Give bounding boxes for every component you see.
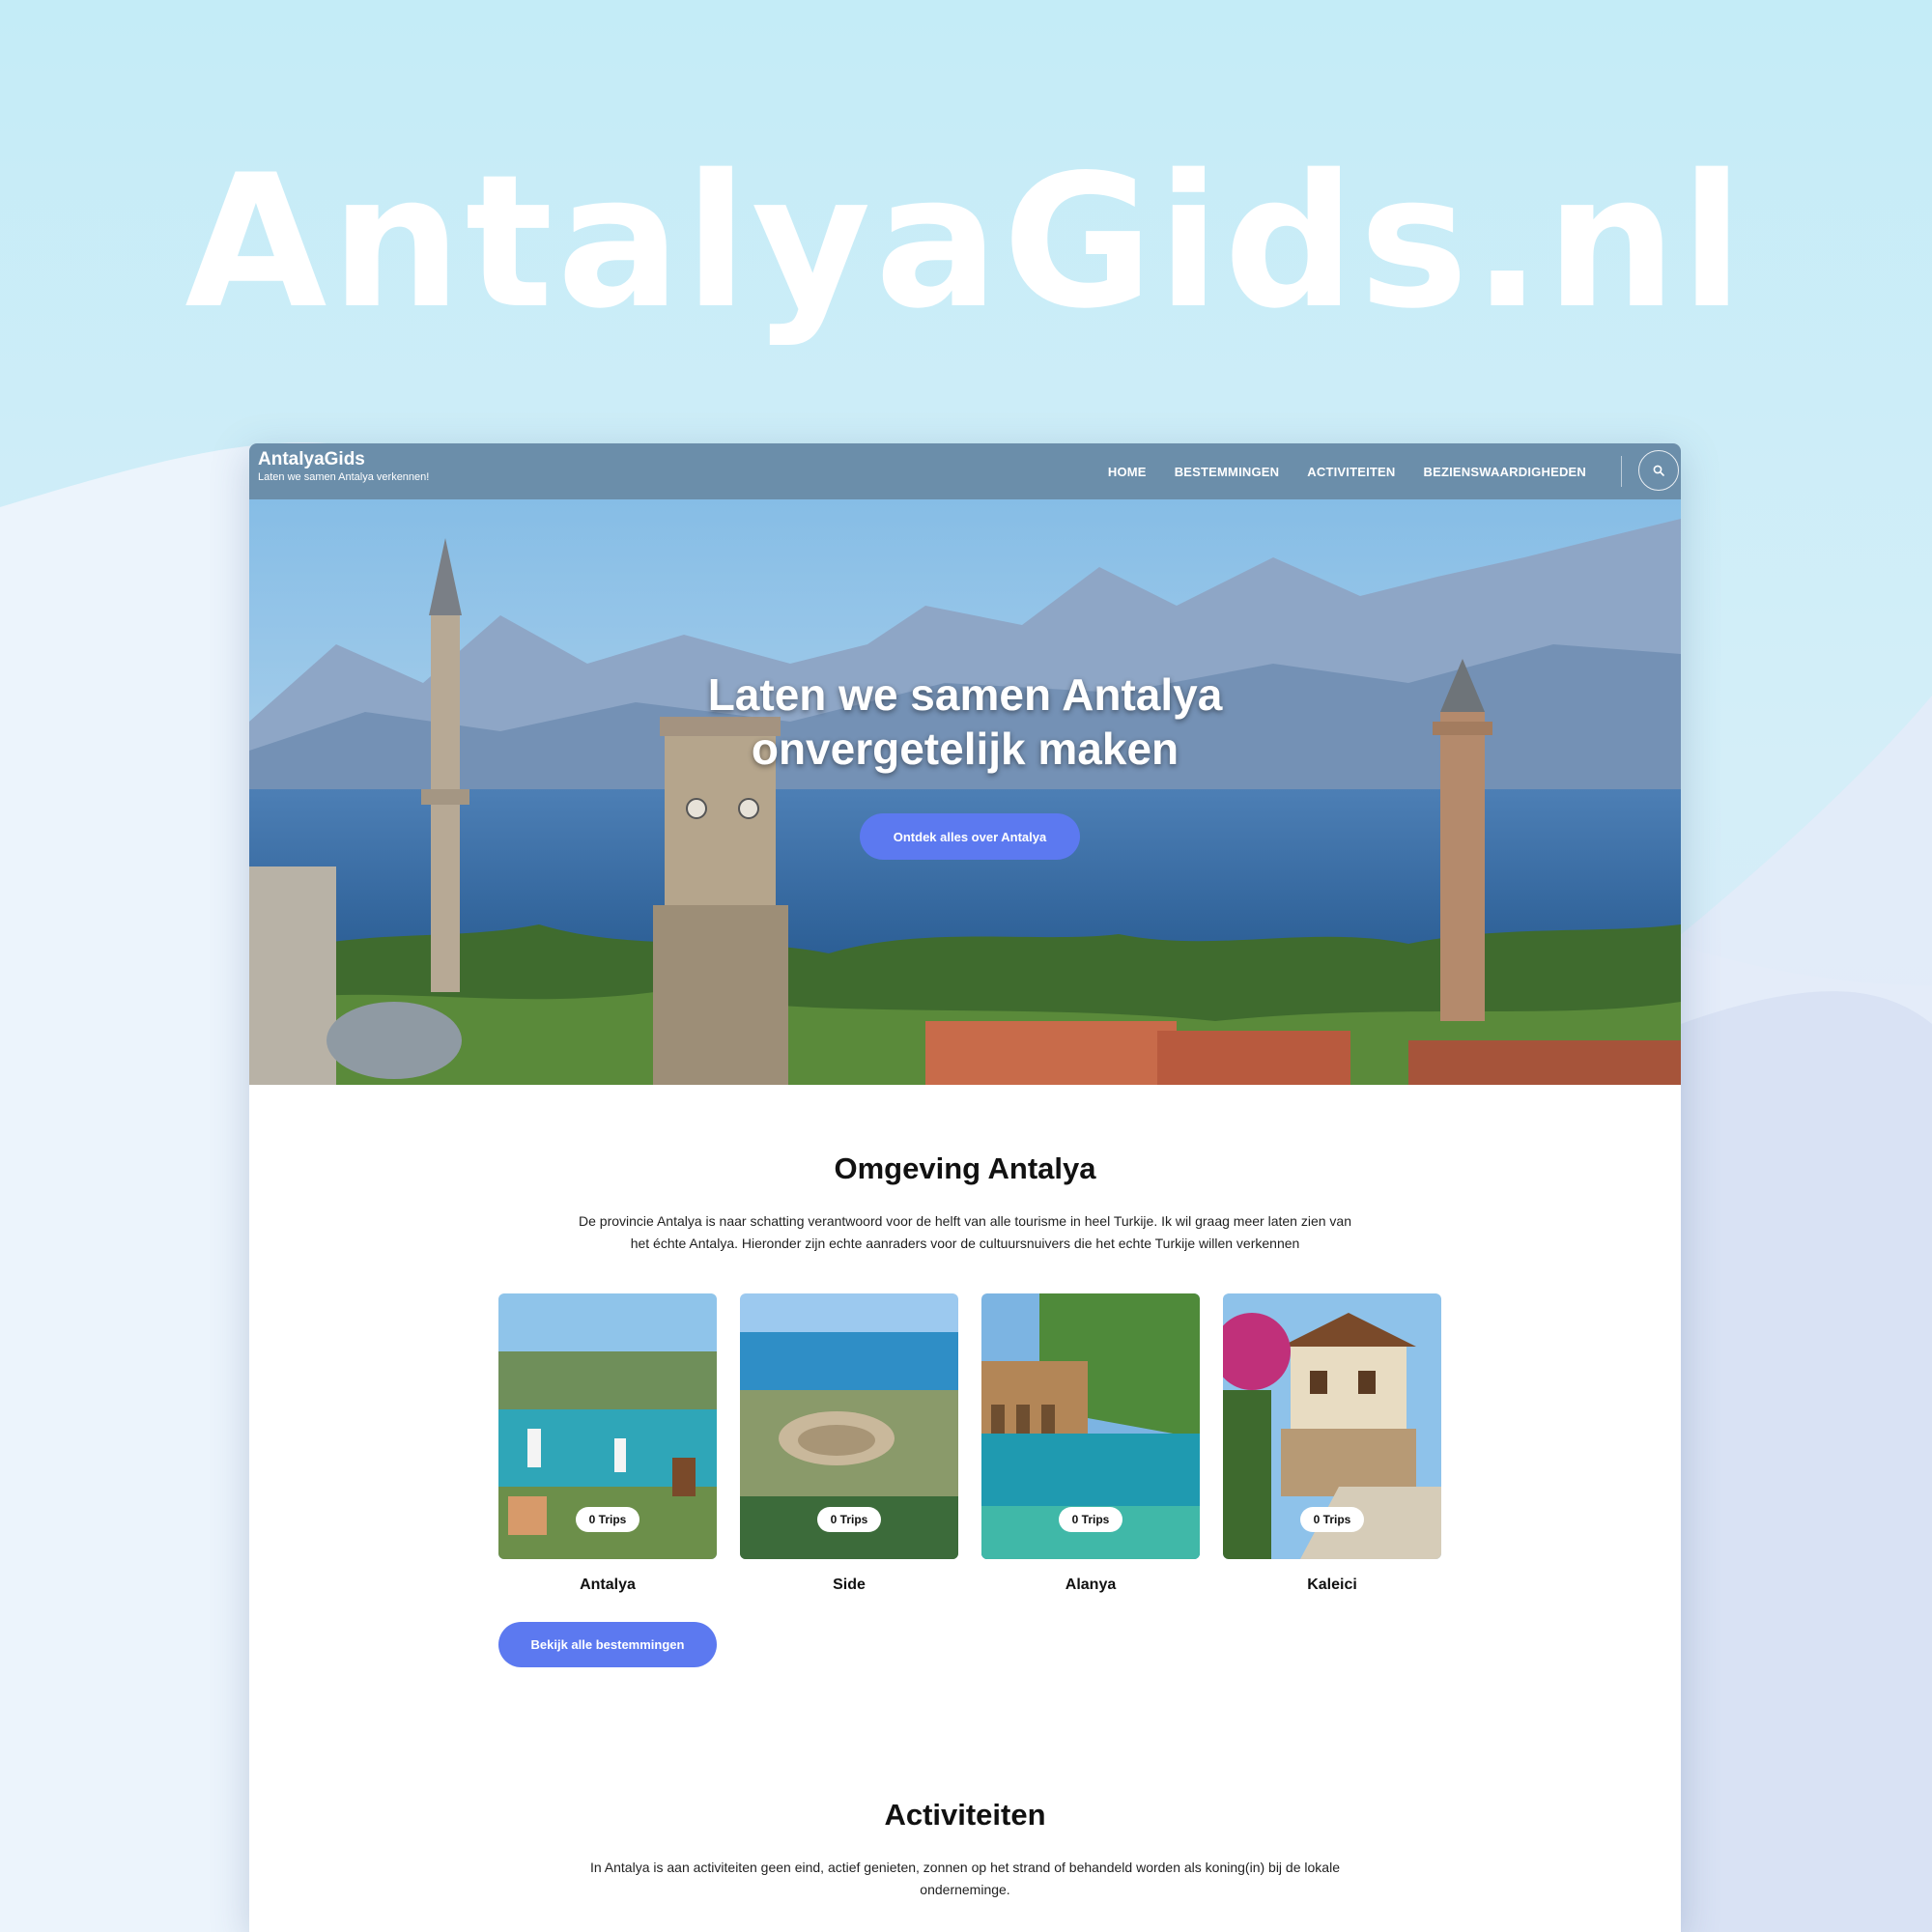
- destination-image[interactable]: 0 Trips: [498, 1293, 717, 1559]
- nav-item-bestemmingen[interactable]: BESTEMMINGEN: [1175, 465, 1280, 479]
- brand[interactable]: AntalyaGids Laten we samen Antalya verke…: [258, 449, 429, 484]
- nav-item-home[interactable]: HOME: [1108, 465, 1147, 479]
- site-banner-title: AntalyaGids.nl: [185, 135, 1747, 349]
- destination-image[interactable]: 0 Trips: [1223, 1293, 1441, 1559]
- nav-menu: HOME BESTEMMINGEN ACTIVITEITEN BEZIENSWA…: [1080, 443, 1586, 499]
- destination-image[interactable]: 0 Trips: [740, 1293, 958, 1559]
- omgeving-title: Omgeving Antalya: [834, 1151, 1096, 1185]
- trips-badge: 0 Trips: [817, 1507, 881, 1532]
- destination-name[interactable]: Side: [740, 1577, 958, 1594]
- destination-name[interactable]: Kaleici: [1223, 1577, 1441, 1594]
- omgeving-description: De provincie Antalya is naar schatting v…: [579, 1213, 1351, 1251]
- trips-badge: 0 Trips: [576, 1507, 639, 1532]
- nav-item-activiteiten[interactable]: ACTIVITEITEN: [1307, 465, 1395, 479]
- hero-title-line1: Laten we samen Antalya: [707, 669, 1223, 720]
- brand-name[interactable]: AntalyaGids: [258, 449, 429, 470]
- hero-cta-button[interactable]: Ontdek alles over Antalya: [860, 813, 1080, 860]
- website-screenshot: AntalyaGids Laten we samen Antalya verke…: [249, 443, 1681, 1932]
- destination-card-side[interactable]: 0 Trips Side: [740, 1293, 958, 1594]
- trips-badge: 0 Trips: [1300, 1507, 1364, 1532]
- destination-card-antalya[interactable]: 0 Trips Antalya: [498, 1293, 717, 1594]
- hero-title-line2: onvergetelijk maken: [751, 724, 1179, 774]
- search-icon: [1653, 465, 1664, 476]
- trips-badge: 0 Trips: [1059, 1507, 1122, 1532]
- hero: Laten we samen Antalya onvergetelijk mak…: [249, 499, 1681, 1085]
- activiteiten-title: Activiteiten: [884, 1798, 1046, 1832]
- activiteiten-description: In Antalya is aan activiteiten geen eind…: [590, 1860, 1340, 1897]
- destination-card-kaleici[interactable]: 0 Trips Kaleici: [1223, 1293, 1441, 1594]
- destination-card-alanya[interactable]: 0 Trips Alanya: [981, 1293, 1200, 1594]
- destination-name[interactable]: Alanya: [981, 1577, 1200, 1594]
- nav-item-bezienswaardigheden[interactable]: BEZIENSWAARDIGHEDEN: [1424, 465, 1586, 479]
- hero-title: Laten we samen Antalya onvergetelijk mak…: [249, 668, 1681, 776]
- nav-divider: [1621, 456, 1622, 487]
- destination-image[interactable]: 0 Trips: [981, 1293, 1200, 1559]
- search-button[interactable]: [1638, 450, 1679, 491]
- hero-image: [249, 499, 1681, 1085]
- destination-name[interactable]: Antalya: [498, 1577, 717, 1594]
- all-destinations-button[interactable]: Bekijk alle bestemmingen: [498, 1622, 717, 1667]
- navbar: AntalyaGids Laten we samen Antalya verke…: [249, 443, 1681, 499]
- brand-tagline: Laten we samen Antalya verkennen!: [258, 471, 430, 483]
